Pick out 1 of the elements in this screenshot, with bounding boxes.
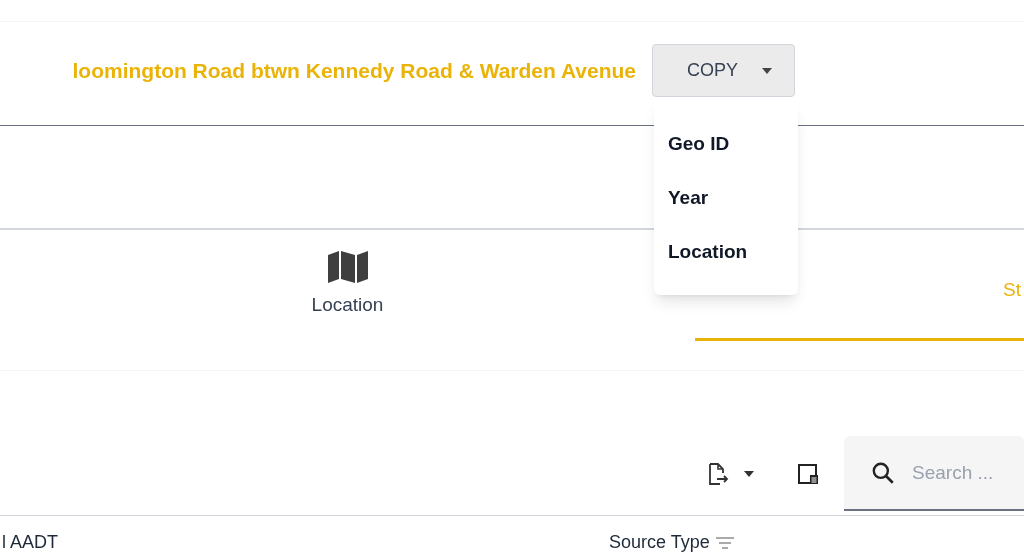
page-title: loomington Road btwn Kennedy Road & Warden Avenue bbox=[71, 57, 636, 84]
